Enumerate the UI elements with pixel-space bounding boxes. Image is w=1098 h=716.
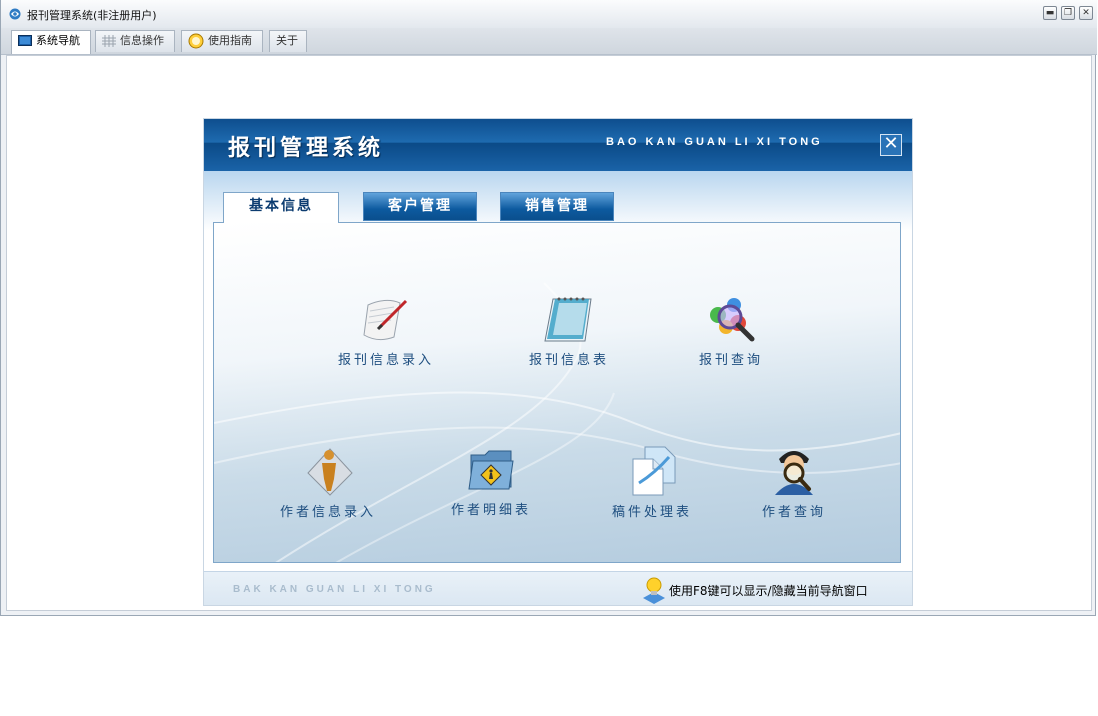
tab-system-navigation[interactable]: 系统导航 [11, 30, 91, 54]
panel-close-button[interactable]: ✕ [880, 134, 902, 156]
tab-sales-management[interactable]: 销售管理 [500, 192, 614, 221]
footer-hint: 使用F8键可以显示/隐藏当前导航窗口 [669, 584, 868, 598]
tab-customer-management[interactable]: 客户管理 [363, 192, 477, 221]
magnifier-icon [710, 298, 755, 342]
panel-header: 报刊管理系统 BAO KAN GUAN LI XI TONG ✕ [204, 119, 912, 171]
item-newspaper-table[interactable]: 报刊信息表 [514, 293, 624, 368]
item-label: 作者查询 [761, 505, 826, 520]
panel-footer: BAK KAN GUAN LI XI TONG 使用F8键可以显示/隐藏当前导航… [204, 571, 912, 605]
monitor-icon [18, 35, 32, 46]
item-label: 报刊查询 [698, 353, 763, 368]
item-author-detail[interactable]: 作者明细表 [436, 443, 546, 518]
tab-label: 使用指南 [208, 34, 252, 47]
item-label: 稿件处理表 [611, 505, 692, 520]
item-label: 报刊信息录入 [337, 353, 434, 368]
tab-content: 报刊信息录入 报刊信息表 报刊查询 作者信息录入 作者明细表 稿件处理表 作者查… [213, 222, 901, 563]
tab-about[interactable]: 关于 [269, 30, 307, 52]
panel-pinyin: BAO KAN GUAN LI XI TONG [606, 136, 823, 148]
item-newspaper-entry[interactable]: 报刊信息录入 [326, 293, 446, 368]
grid-icon [102, 35, 116, 47]
tab-information-operation[interactable]: 信息操作 [95, 30, 175, 52]
scroll-pen-icon [363, 299, 408, 341]
folder-icon [468, 450, 514, 490]
item-newspaper-query[interactable]: 报刊查询 [681, 293, 781, 368]
close-button[interactable]: ✕ [1079, 6, 1093, 20]
tab-label: 关于 [276, 34, 298, 47]
item-manuscript-table[interactable]: 稿件处理表 [596, 443, 708, 520]
title-bar: 报刊管理系统(非注册用户) ▬ ❐ ✕ [1, 0, 1097, 29]
person-search-icon [775, 451, 813, 495]
tab-label: 系统导航 [36, 34, 80, 47]
item-author-query[interactable]: 作者查询 [744, 443, 844, 520]
window-title: 报刊管理系统(非注册用户) [27, 9, 157, 22]
help-icon [188, 33, 204, 49]
app-logo-icon [9, 8, 21, 20]
document-icon [632, 446, 676, 496]
main-tab-bar: 系统导航 信息操作 使用指南 关于 [1, 28, 1097, 55]
footer-pinyin: BAK KAN GUAN LI XI TONG [233, 584, 436, 595]
item-author-entry[interactable]: 作者信息录入 [268, 443, 388, 520]
minimize-button[interactable]: ▬ [1043, 6, 1057, 20]
lightbulb-icon [643, 577, 665, 604]
tab-basic-info[interactable]: 基本信息 [223, 192, 339, 223]
tab-label: 信息操作 [120, 34, 164, 47]
navigation-panel: 报刊管理系统 BAO KAN GUAN LI XI TONG ✕ 基本信息 客户… [204, 119, 912, 605]
item-label: 作者信息录入 [279, 505, 376, 520]
restore-button[interactable]: ❐ [1061, 6, 1075, 20]
panel-title: 报刊管理系统 [228, 136, 385, 161]
item-label: 报刊信息表 [528, 353, 609, 368]
item-label: 作者明细表 [450, 503, 531, 518]
person-icon [307, 448, 353, 496]
notepad-icon [544, 297, 592, 342]
tab-user-guide[interactable]: 使用指南 [181, 30, 263, 52]
